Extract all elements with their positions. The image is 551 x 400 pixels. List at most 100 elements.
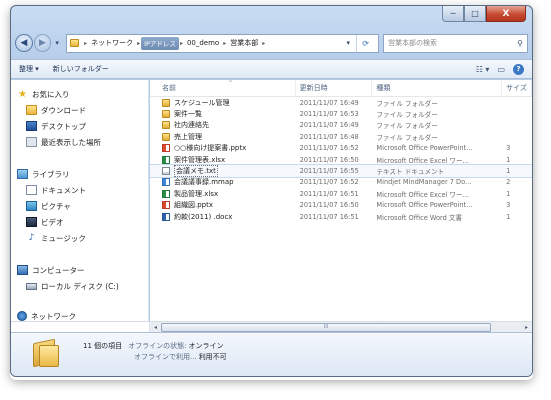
offline-status-label: オフラインの状態:: [128, 341, 187, 350]
refresh-icon: ⟳: [362, 38, 369, 48]
nav-item-label: ローカル ディスク (C:): [41, 281, 119, 291]
file-date: 2011/11/07 16:55: [299, 167, 359, 176]
file-date: 2011/11/07 16:52: [299, 178, 359, 187]
column-header-name[interactable]: 名前: [150, 80, 296, 96]
file-row[interactable]: 会議議事録.mmap 2011/11/07 16:52 Mindjet MindMa…: [150, 177, 532, 188]
forward-button[interactable]: ▶: [33, 34, 52, 52]
organize-button[interactable]: 整理 ▾: [19, 64, 39, 74]
file-row[interactable]: 売上管理 2011/11/07 16:48 ファイル フォルダー: [150, 131, 532, 142]
offline-status-value: オンライン: [188, 341, 224, 350]
excel-file-icon: [162, 189, 170, 198]
nav-item-pictures[interactable]: ピクチャ: [11, 198, 148, 214]
help-icon[interactable]: ?: [513, 63, 524, 75]
file-type: Microsoft Office PowerPoint...: [376, 201, 473, 210]
file-name-cell: スケジュール管理: [150, 98, 296, 108]
column-header-row: ^ 名前 更新日時 種類 サイズ: [150, 80, 532, 97]
file-row[interactable]: 案件一覧 2011/11/07 16:53 ファイル フォルダー: [150, 108, 532, 119]
nav-item-libraries[interactable]: ライブラリ: [11, 166, 148, 182]
file-row[interactable]: ○○様向け提案書.pptx 2011/11/07 16:52 Microsoft O…: [150, 143, 532, 154]
nav-item-recent-places[interactable]: 最近表示した場所: [11, 134, 148, 150]
nav-item-computer[interactable]: コンピューター: [11, 262, 148, 278]
file-row[interactable]: 社内連絡先 2011/11/07 16:49 ファイル フォルダー: [150, 120, 532, 131]
scroll-right-button[interactable]: ▸: [521, 322, 532, 333]
address-bar[interactable]: ▸ ネットワーク ▸ IPアドレス ▸ 00_demo ▸ 営業本部 ▸ ▾ ⟳: [66, 33, 380, 53]
file-name-cell: 会議議事録.mmap: [150, 177, 296, 187]
scroll-track[interactable]: III: [161, 322, 521, 332]
refresh-button[interactable]: ⟳: [356, 34, 374, 52]
file-row[interactable]: スケジュール管理 2011/11/07 16:49 ファイル フォルダー: [150, 97, 532, 108]
file-date: 2011/11/07 16:53: [299, 110, 359, 119]
breadcrumb-demo[interactable]: 00_demo: [184, 35, 222, 52]
file-row[interactable]: 製品管理.xlsx 2011/11/07 16:51 Microsoft Offic…: [150, 188, 532, 199]
scroll-grip: III: [323, 324, 329, 330]
offline-availability-label: オフラインで利用...: [134, 352, 197, 361]
file-type: Microsoft Office Excel ワー...: [376, 156, 469, 165]
search-icon[interactable]: ⚲: [517, 39, 523, 48]
preview-pane-icon[interactable]: ▭: [497, 65, 505, 74]
nav-item-downloads[interactable]: ダウンロード: [11, 102, 148, 118]
nav-item-label: お気に入り: [32, 89, 70, 99]
recent-pages-dropdown[interactable]: ▾: [52, 39, 62, 47]
sort-ascending-icon: ^: [228, 80, 234, 87]
nav-item-label: 最近表示した場所: [41, 137, 101, 147]
file-rows: スケジュール管理 2011/11/07 16:49 ファイル フォルダー 案件一覧 20…: [150, 97, 532, 222]
minimize-button[interactable]: ─: [442, 6, 464, 22]
column-header-size[interactable]: サイズ: [502, 80, 532, 96]
file-size: 2: [506, 178, 511, 187]
search-box[interactable]: 営業本部の検索 ⚲: [383, 33, 528, 53]
file-name: 売上管理: [174, 132, 202, 141]
nav-item-local-disk[interactable]: ローカル ディスク (C:): [11, 278, 148, 294]
column-header-date[interactable]: 更新日時: [296, 80, 373, 96]
file-name: 会議議事録.mmap: [174, 178, 234, 187]
folder-icon: [162, 121, 170, 130]
close-button[interactable]: X: [486, 6, 526, 22]
nav-item-documents[interactable]: ドキュメント: [11, 182, 148, 198]
file-type: Mindjet MindManager 7 Do...: [376, 178, 472, 187]
maximize-button[interactable]: □: [464, 6, 486, 22]
file-type: ファイル フォルダー: [376, 99, 438, 108]
star-icon: ★: [18, 88, 27, 100]
nav-group-favorites: ★ お気に入り ダウンロード デスクトップ 最近表示した場所: [11, 86, 148, 150]
nav-item-label: デスクトップ: [41, 121, 86, 131]
file-name-cell: ○○様向け提案書.pptx: [150, 143, 296, 153]
file-size: 1: [506, 212, 511, 221]
nav-item-label: ピクチャ: [41, 201, 71, 211]
details-line-1: 11 個の項目 オフラインの状態: オンライン: [83, 340, 227, 351]
address-dropdown-icon[interactable]: ▾: [347, 39, 351, 47]
command-bar-right: ☷ ▾ ▭ ?: [476, 63, 532, 75]
column-header-type[interactable]: 種類: [372, 80, 503, 96]
view-options-icon[interactable]: ☷ ▾: [476, 65, 490, 74]
file-type: Microsoft Office Excel ワー...: [376, 190, 469, 199]
breadcrumb-network[interactable]: ネットワーク: [88, 35, 136, 52]
back-button[interactable]: ◀: [15, 34, 33, 52]
file-row[interactable]: 会議メモ.txt 2011/11/07 16:55 テキスト ドキュメント 1: [150, 164, 532, 178]
file-name: 社内連絡先: [174, 121, 209, 130]
breadcrumb-sales-dept[interactable]: 営業本部: [227, 35, 261, 52]
scroll-thumb[interactable]: III: [161, 322, 491, 332]
file-size: 1: [506, 189, 511, 198]
nav-item-music[interactable]: ♪ ミュージック: [11, 230, 148, 246]
nav-item-favorites[interactable]: ★ お気に入り: [11, 86, 148, 102]
nav-item-videos[interactable]: ビデオ: [11, 214, 148, 230]
powerpoint-file-icon: [162, 144, 170, 153]
nav-item-desktop[interactable]: デスクトップ: [11, 118, 148, 134]
file-row[interactable]: 約款(2011) .docx 2011/11/07 16:51 Microsoft …: [150, 211, 532, 222]
breadcrumb-ip-address[interactable]: IPアドレス: [141, 36, 179, 50]
nav-item-label: ミュージック: [41, 233, 86, 243]
file-name-cell: 約款(2011) .docx: [150, 212, 296, 222]
file-date: 2011/11/07 16:50: [299, 155, 359, 164]
file-row[interactable]: 案件管理表.xlsx 2011/11/07 16:50 Microsoft Offi…: [150, 154, 532, 165]
new-folder-button[interactable]: 新しいフォルダー: [53, 64, 109, 74]
file-row[interactable]: 組織図.pptx 2011/11/07 16:50 Microsoft Office…: [150, 200, 532, 211]
chevron-down-icon: ▾: [55, 39, 59, 47]
desktop-icon: [26, 121, 37, 131]
search-input[interactable]: 営業本部の検索: [388, 38, 517, 48]
drive-icon: [26, 282, 37, 290]
downloads-folder-icon: [26, 105, 37, 115]
breadcrumb-separator-icon[interactable]: ▸: [261, 40, 266, 47]
scroll-left-button[interactable]: ◂: [150, 322, 161, 333]
music-icon: ♪: [28, 233, 35, 243]
recent-places-icon: [26, 137, 37, 147]
horizontal-scrollbar[interactable]: ◂ III ▸: [150, 321, 532, 332]
file-name: 組織図.pptx: [174, 201, 213, 210]
